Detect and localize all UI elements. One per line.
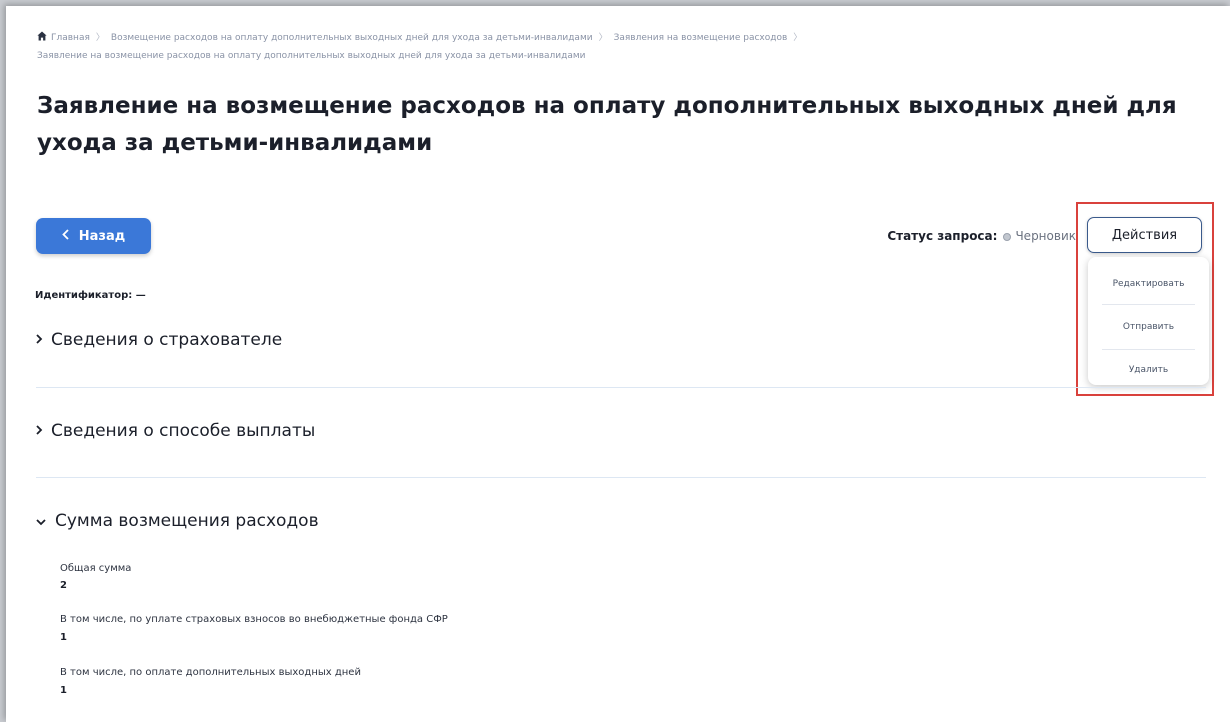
- status-dot-icon: [1003, 233, 1012, 241]
- section-payment-method[interactable]: Сведения о способе выплаты: [35, 421, 315, 441]
- section-insurer[interactable]: Сведения о страхователе: [35, 330, 282, 350]
- chevron-right-icon: 〉: [793, 33, 803, 43]
- field-days-value: 1: [60, 685, 67, 696]
- field-contributions-value: 1: [60, 632, 67, 643]
- field-contributions-label: В том числе, по уплате страховых взносов…: [60, 614, 448, 625]
- status-label: Статус запроса:: [887, 229, 998, 243]
- menu-divider: [1102, 304, 1195, 305]
- chevron-down-icon: [35, 511, 47, 531]
- chevron-left-icon: [61, 228, 69, 244]
- back-button[interactable]: Назад: [36, 218, 151, 254]
- section-reimbursement-amount[interactable]: Сумма возмещения расходов: [35, 511, 319, 531]
- page-title: Заявление на возмещение расходов на опла…: [37, 93, 1177, 156]
- actions-dropdown: Редактировать Отправить Удалить: [1088, 257, 1209, 385]
- identifier: Идентификатор: —: [35, 290, 146, 301]
- menu-item-delete[interactable]: Удалить: [1088, 365, 1209, 375]
- page: Главная 〉 Возмещение расходов на оплату до…: [6, 6, 1230, 722]
- chevron-right-icon: 〉: [95, 33, 105, 43]
- section-title: Сведения о способе выплаты: [51, 421, 316, 441]
- field-days-label: В том числе, по оплате дополнительных вы…: [60, 667, 361, 678]
- breadcrumb-home[interactable]: Главная: [51, 33, 90, 43]
- menu-item-send[interactable]: Отправить: [1088, 322, 1209, 332]
- breadcrumb: Главная 〉 Возмещение расходов на оплату до…: [37, 30, 1207, 65]
- chevron-right-icon: [35, 330, 43, 350]
- chevron-right-icon: [35, 421, 43, 441]
- field-total-value: 2: [60, 580, 67, 591]
- request-status: Статус запроса: Черновик: [887, 229, 1076, 243]
- breadcrumb-current: Заявление на возмещение расходов на опла…: [37, 51, 586, 61]
- actions-button[interactable]: Действия: [1087, 217, 1202, 253]
- section-divider: [36, 477, 1206, 478]
- section-title: Сведения о страхователе: [51, 330, 283, 350]
- breadcrumb-applications[interactable]: Заявления на возмещение расходов: [614, 33, 788, 43]
- menu-divider: [1102, 349, 1195, 350]
- home-icon: [37, 31, 47, 48]
- breadcrumb-service[interactable]: Возмещение расходов на оплату дополнител…: [111, 33, 593, 43]
- section-title: Сумма возмещения расходов: [55, 511, 319, 531]
- status-badge: Черновик: [1015, 229, 1076, 243]
- back-button-label: Назад: [78, 228, 126, 244]
- chevron-right-icon: 〉: [598, 33, 608, 43]
- section-divider: [36, 387, 1206, 388]
- menu-item-edit[interactable]: Редактировать: [1088, 279, 1209, 289]
- field-total-label: Общая сумма: [60, 563, 132, 574]
